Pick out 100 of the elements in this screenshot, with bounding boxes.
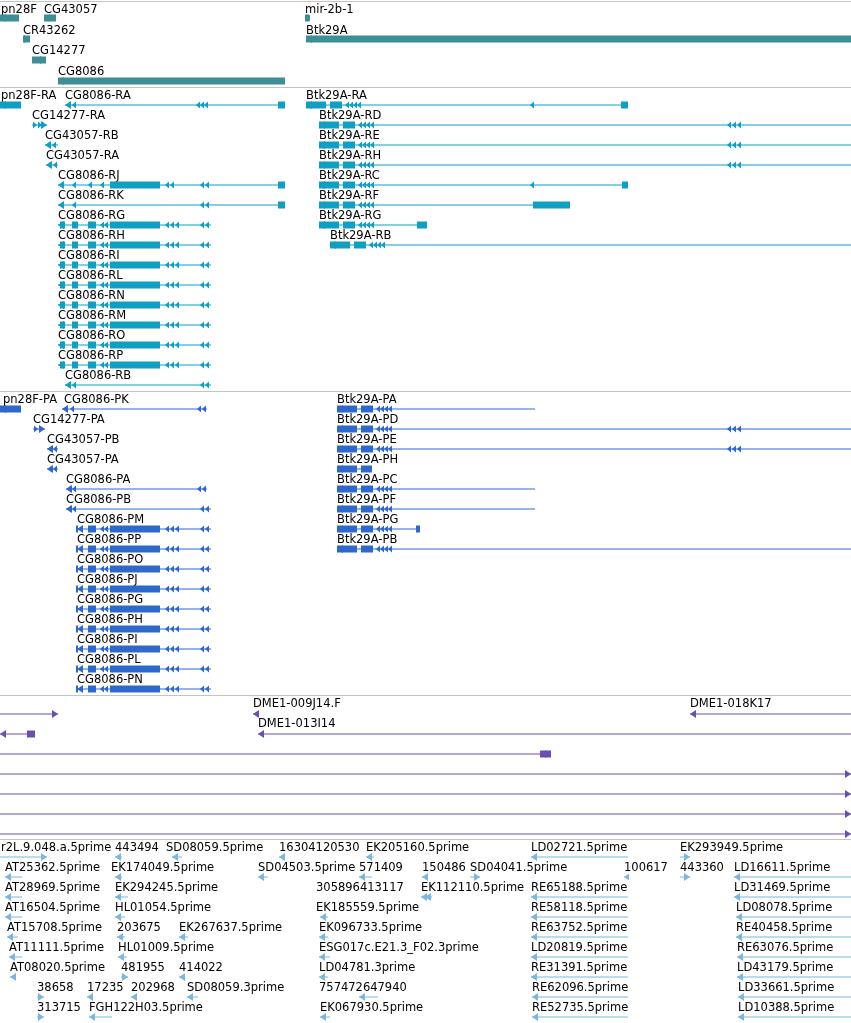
feature-label: LD08078.5prime bbox=[736, 901, 833, 914]
feature-label: 203675 bbox=[117, 921, 161, 934]
feature-label: Btk29A-RH bbox=[319, 149, 382, 162]
feature-label: CG8086-RG bbox=[58, 209, 126, 222]
feature-label: 17235 bbox=[87, 981, 124, 994]
feature-label: RE31391.5prime bbox=[531, 961, 628, 974]
feature-label: Btk29A-RA bbox=[306, 89, 367, 102]
feature-label: ESG017c.E21.3_F02.3prime bbox=[319, 941, 479, 954]
feature-label: EK293949.5prime bbox=[680, 841, 784, 854]
feature-label: CG8086-PB bbox=[66, 493, 132, 506]
feature-label: CG14277 bbox=[32, 44, 86, 57]
feature-label: CG43057 bbox=[44, 3, 98, 16]
feature-label: CG14277-PA bbox=[33, 413, 105, 426]
feature-label: LD02721.5prime bbox=[531, 841, 628, 854]
feature-label: CG8086-RM bbox=[58, 309, 127, 322]
feature-label: Btk29A-PE bbox=[337, 433, 397, 446]
feature-label: 571409 bbox=[359, 861, 403, 874]
feature-label: CG8086-PJ bbox=[77, 573, 138, 586]
feature-label: 38658 bbox=[37, 981, 74, 994]
feature-label: CG8086-RN bbox=[58, 289, 125, 302]
feature-label: CG8086-RI bbox=[58, 249, 120, 262]
feature-label: RE58118.5prime bbox=[531, 901, 628, 914]
feature-label: pn28F-RA bbox=[1, 89, 57, 102]
feature-label: Btk29A-RE bbox=[319, 129, 380, 142]
feature-label: CG8086-RO bbox=[58, 329, 126, 342]
feature-label: CG8086 bbox=[58, 65, 105, 78]
feature-label: CG8086-RB bbox=[65, 369, 132, 382]
feature-label: AT25362.5prime bbox=[5, 861, 101, 874]
feature-label: RE63076.5prime bbox=[737, 941, 834, 954]
feature-label: EK096733.5prime bbox=[319, 921, 423, 934]
feature-label: CG8086-PN bbox=[77, 673, 143, 686]
feature-label: 443360 bbox=[680, 861, 724, 874]
feature-label: LD31469.5prime bbox=[734, 881, 831, 894]
feature-label: CG14277-RA bbox=[32, 109, 106, 122]
feature-label: CG8086-PK bbox=[64, 393, 129, 406]
feature-label: LD16611.5prime bbox=[734, 861, 831, 874]
feature-label: AT15708.5prime bbox=[7, 921, 103, 934]
feature-label: EK267637.5prime bbox=[179, 921, 283, 934]
feature-label: Btk29A bbox=[306, 24, 348, 37]
feature-label: CG8086-PL bbox=[77, 653, 141, 666]
feature-label: EK205160.5prime bbox=[366, 841, 470, 854]
feature-label: CG8086-RP bbox=[58, 349, 124, 362]
feature-label: SD08059.5prime bbox=[166, 841, 264, 854]
feature-label: Btk29A-PH bbox=[337, 453, 399, 466]
feature-label: Btk29A-RC bbox=[319, 169, 380, 182]
feature-label: CG8086-PI bbox=[77, 633, 138, 646]
feature-label: Btk29A-PD bbox=[337, 413, 399, 426]
feature-label: FGH122H03.5prime bbox=[89, 1001, 203, 1014]
feature-label: RE62096.5prime bbox=[532, 981, 629, 994]
feature-label: Btk29A-PA bbox=[337, 393, 397, 406]
feature-label: LD33661.5prime bbox=[738, 981, 835, 994]
feature-label: CG8086-RA bbox=[65, 89, 131, 102]
feature-label: Btk29A-PG bbox=[337, 513, 399, 526]
feature-label: CG43057-RB bbox=[45, 129, 119, 142]
feature-label: SD04041.5prime bbox=[470, 861, 568, 874]
feature-label: CG8086-PP bbox=[77, 533, 142, 546]
feature-label: RE63752.5prime bbox=[531, 921, 628, 934]
feature-label: 16304120530 bbox=[279, 841, 360, 854]
feature-label: HL01054.5prime bbox=[115, 901, 212, 914]
feature-label: CG43057-RA bbox=[46, 149, 120, 162]
feature-label: RE52735.5prime bbox=[532, 1001, 629, 1014]
feature-label: CG8086-PG bbox=[77, 593, 144, 606]
feature-label: LD43179.5prime bbox=[737, 961, 834, 974]
feature-label: 202968 bbox=[131, 981, 175, 994]
feature-label: 414022 bbox=[179, 961, 223, 974]
feature-label: Btk29A-RF bbox=[319, 189, 380, 202]
feature-label: 150486 bbox=[422, 861, 466, 874]
feature-label: EK185559.5prime bbox=[316, 901, 420, 914]
feature-label: SD04503.5prime bbox=[258, 861, 356, 874]
feature-label: DME1-018K17 bbox=[690, 697, 772, 710]
feature-label: CG43057-PB bbox=[47, 433, 120, 446]
feature-label: r2L.9.048.a.5prime bbox=[1, 841, 112, 854]
feature-label: LD10388.5prime bbox=[738, 1001, 835, 1014]
feature-label: CG8086-RL bbox=[58, 269, 123, 282]
feature-label: pn28F bbox=[1, 3, 37, 16]
feature-label: 305896413117 bbox=[316, 881, 404, 894]
feature-label: CG8086-RJ bbox=[58, 169, 120, 182]
feature-label: EK294245.5prime bbox=[115, 881, 219, 894]
feature-label: EK112110.5prime bbox=[421, 881, 525, 894]
feature-label: Btk29A-PF bbox=[337, 493, 396, 506]
feature-label: 757472647940 bbox=[319, 981, 407, 994]
feature-label: EK067930.5prime bbox=[320, 1001, 424, 1014]
feature-label: Btk29A-PC bbox=[337, 473, 398, 486]
feature-label: Btk29A-RD bbox=[319, 109, 382, 122]
feature-label: CR43262 bbox=[23, 24, 76, 37]
feature-label: CG8086-PH bbox=[77, 613, 143, 626]
feature-label: CG43057-PA bbox=[47, 453, 119, 466]
feature-label: RE65188.5prime bbox=[531, 881, 628, 894]
feature-label: CG8086-RK bbox=[58, 189, 124, 202]
feature-label: AT11111.5prime bbox=[9, 941, 105, 954]
feature-label: CG8086-RH bbox=[58, 229, 125, 242]
feature-label: CG8086-PA bbox=[66, 473, 131, 486]
feature-label: RE40458.5prime bbox=[736, 921, 833, 934]
feature-label: Btk29A-RG bbox=[319, 209, 382, 222]
feature-label: DME1-009J14.F bbox=[253, 697, 341, 710]
feature-label: SD08059.3prime bbox=[187, 981, 285, 994]
feature-label: 481955 bbox=[121, 961, 165, 974]
feature-label: 100617 bbox=[624, 861, 668, 874]
feature-label: CG8086-PM bbox=[77, 513, 145, 526]
feature-label: AT28969.5prime bbox=[5, 881, 101, 894]
